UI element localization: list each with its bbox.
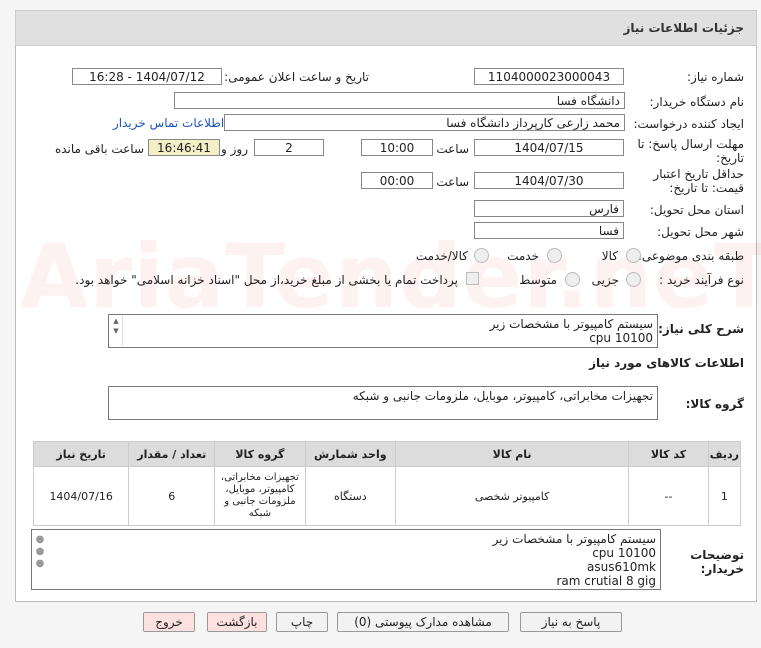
creator-label: ایجاد کننده درخواست: xyxy=(633,117,744,131)
notes-line-3: asus610mk xyxy=(586,560,656,574)
buyer-contact-link[interactable]: اطلاعات تماس خریدار xyxy=(113,116,224,130)
attachments-button[interactable]: مشاهده مدارک پیوستی (0) xyxy=(337,612,509,632)
payment-note: پرداخت تمام یا بخشی از مبلغ خرید،از محل … xyxy=(75,273,458,287)
col-group: گروه کالا xyxy=(214,441,306,467)
panel-title: جزئیات اطلاعات نیاز xyxy=(623,21,744,35)
category-both-label: کالا/خدمت xyxy=(415,249,468,263)
province-field: فارس xyxy=(474,200,624,217)
city-field: فسا xyxy=(474,222,624,239)
cell-group: تجهیزات مخابراتی، کامپیوتر، موبایل، ملزو… xyxy=(214,466,306,526)
deadline-label: مهلت ارسال پاسخ: تا xyxy=(637,137,744,151)
validity-date-field: 1404/07/30 xyxy=(474,172,624,189)
announce-date-label: تاریخ و ساعت اعلان عمومی: xyxy=(224,70,369,84)
treasury-payment-checkbox[interactable] xyxy=(466,272,479,285)
items-table: ردیف کد کالا نام کالا واحد شمارش گروه کا… xyxy=(32,441,742,526)
cell-row: 1 xyxy=(707,466,742,526)
process-partial-radio[interactable] xyxy=(626,272,641,287)
process-partial-label: جزیی xyxy=(591,273,619,287)
summary-line-1: سیستم کامپیوتر با مشخصات زیر xyxy=(489,317,653,331)
cell-name: کامپیوتر شخصی xyxy=(394,466,630,526)
category-goods-radio[interactable] xyxy=(626,248,641,263)
process-label: نوع فرآیند خرید : xyxy=(659,273,744,287)
creator-field: محمد زارعی کارپرداز دانشگاه فسا xyxy=(224,114,625,131)
deadline-time-label: ساعت xyxy=(436,142,469,156)
summary-line-2: cpu 10100 xyxy=(589,331,653,345)
validity-time-label: ساعت xyxy=(436,175,469,189)
cell-unit: دستگاه xyxy=(304,466,396,526)
need-number-label: شماره نیاز: xyxy=(687,70,744,84)
remaining-time-field: 16:46:41 xyxy=(148,139,220,156)
reply-button[interactable]: پاسخ به نیاز xyxy=(520,612,622,632)
col-name: نام کالا xyxy=(394,441,630,467)
announce-date-field: 1404/07/12 - 16:28 xyxy=(72,68,222,85)
cell-date: 1404/07/16 xyxy=(32,466,130,526)
cell-code: -- xyxy=(628,466,709,526)
notes-line-4: ram crutial 8 gig xyxy=(556,574,657,588)
goods-section-title: اطلاعات کالاهای مورد نیاز xyxy=(589,356,744,370)
notes-scrollbar[interactable]: ● ● ● xyxy=(34,534,46,584)
summary-textarea[interactable]: سیستم کامپیوتر با مشخصات زیر cpu 10100 ▲… xyxy=(108,314,658,348)
buyer-notes-textarea[interactable]: سیستم کامپیوتر با مشخصات زیر cpu 10100 a… xyxy=(31,529,661,590)
summary-label: شرح کلی نیاز: xyxy=(658,322,744,336)
col-unit: واحد شمارش xyxy=(304,441,396,467)
process-medium-label: متوسط xyxy=(519,273,557,287)
days-label: روز و xyxy=(221,142,248,156)
need-number-field: 1104000023000043 xyxy=(474,68,624,85)
summary-scrollbar[interactable]: ▲ ▼ xyxy=(110,316,123,346)
panel-header: جزئیات اطلاعات نیاز xyxy=(15,10,757,46)
validity-label-2: قیمت: تا تاریخ: xyxy=(669,181,744,195)
validity-time-field: 00:00 xyxy=(361,172,433,189)
deadline-date-field: 1404/07/15 xyxy=(474,139,624,156)
city-label: شهر محل تحویل: xyxy=(657,225,744,239)
deadline-time-field: 10:00 xyxy=(361,139,433,156)
goods-group-field: تجهیزات مخابراتی، کامپیوتر، موبایل، ملزو… xyxy=(108,386,658,420)
buyer-notes-label: توضیحات xyxy=(690,548,744,562)
category-service-label: خدمت xyxy=(507,249,539,263)
col-code: کد کالا xyxy=(628,441,709,467)
table-row[interactable]: 1 -- کامپیوتر شخصی دستگاه تجهیزات مخابرا… xyxy=(32,466,742,526)
validity-label: حداقل تاریخ اعتبار xyxy=(653,167,744,181)
notes-line-1: سیستم کامپیوتر با مشخصات زیر xyxy=(492,532,656,546)
province-label: استان محل تحویل: xyxy=(649,203,744,217)
back-button[interactable]: بازگشت xyxy=(207,612,267,632)
print-button[interactable]: چاپ xyxy=(276,612,328,632)
goods-group-value: تجهیزات مخابراتی، کامپیوتر، موبایل، ملزو… xyxy=(352,389,653,403)
category-service-radio[interactable] xyxy=(547,248,562,263)
col-row: ردیف xyxy=(707,441,742,467)
exit-button[interactable]: خروج xyxy=(143,612,195,632)
cell-qty: 6 xyxy=(128,466,216,526)
category-goods-label: کالا xyxy=(601,249,618,263)
remaining-label: ساعت باقی مانده xyxy=(54,142,144,156)
process-medium-radio[interactable] xyxy=(565,272,580,287)
days-field: 2 xyxy=(254,139,324,156)
buyer-label: نام دستگاه خریدار: xyxy=(649,95,745,109)
notes-line-2: cpu 10100 xyxy=(592,546,656,560)
deadline-label-2: تاریخ: xyxy=(716,151,744,165)
col-qty: تعداد / مقدار xyxy=(128,441,216,467)
buyer-field: دانشگاه فسا xyxy=(174,92,625,109)
col-date: تاریخ نیاز xyxy=(32,441,130,467)
category-both-radio[interactable] xyxy=(474,248,489,263)
buyer-notes-label-2: خریدار: xyxy=(700,562,744,576)
goods-group-label: گروه کالا: xyxy=(685,397,744,411)
category-label: طبقه بندی موضوعی: xyxy=(637,249,744,263)
